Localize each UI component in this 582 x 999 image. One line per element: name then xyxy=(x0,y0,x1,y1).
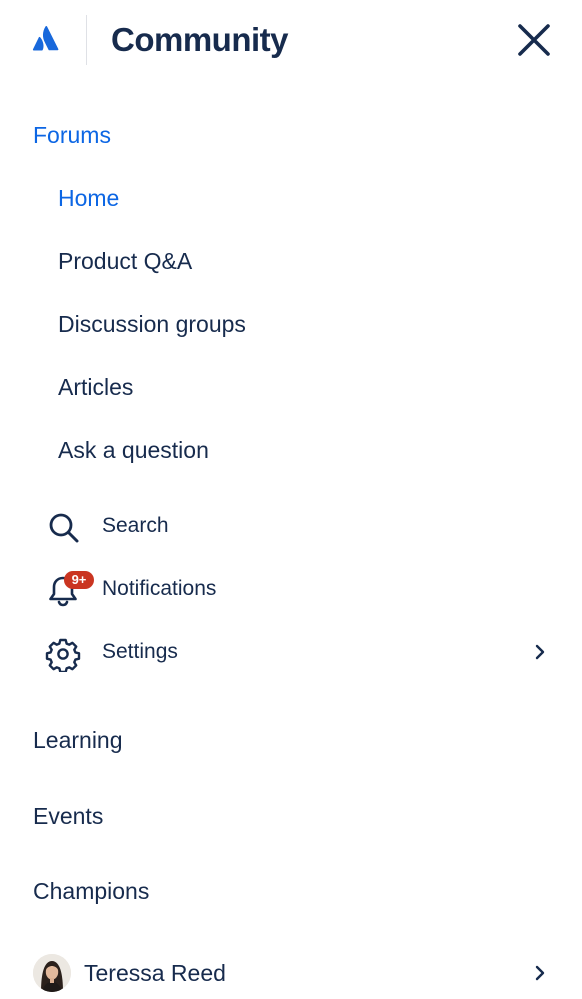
chevron-right-icon xyxy=(535,644,545,660)
chevron-right-icon[interactable] xyxy=(530,963,550,983)
notifications-badge: 9+ xyxy=(64,571,94,589)
menu-header: Community xyxy=(0,0,582,80)
atlassian-logo-icon[interactable] xyxy=(32,24,62,52)
avatar-image xyxy=(33,954,71,992)
avatar[interactable] xyxy=(33,954,71,992)
navigation-menu: Community Forums Home Product Q&A Discus… xyxy=(0,0,582,999)
app-title: Community xyxy=(111,21,289,58)
nav-forum-product-qa[interactable]: Product Q&A xyxy=(58,246,192,276)
notifications-label: Notifications xyxy=(102,577,217,600)
search-label: Search xyxy=(102,514,169,537)
nav-forum-ask-question[interactable]: Ask a question xyxy=(58,435,209,465)
settings-label: Settings xyxy=(102,640,178,663)
header-divider xyxy=(86,15,87,65)
nav-forum-discussion-groups[interactable]: Discussion groups xyxy=(58,309,246,339)
nav-champions[interactable]: Champions xyxy=(33,876,149,906)
nav-events[interactable]: Events xyxy=(33,801,103,831)
search-row[interactable]: Search xyxy=(45,506,555,546)
search-icon xyxy=(49,513,79,543)
nav-forum-articles[interactable]: Articles xyxy=(58,372,133,402)
close-icon[interactable] xyxy=(514,20,554,60)
user-name[interactable]: Teressa Reed xyxy=(84,958,226,988)
notifications-row[interactable]: 9+ Notifications xyxy=(45,569,555,609)
settings-row[interactable]: Settings xyxy=(45,632,555,672)
gear-icon xyxy=(45,638,81,672)
nav-learning[interactable]: Learning xyxy=(33,725,123,755)
nav-forums[interactable]: Forums xyxy=(33,120,111,150)
nav-forum-home[interactable]: Home xyxy=(58,183,119,213)
